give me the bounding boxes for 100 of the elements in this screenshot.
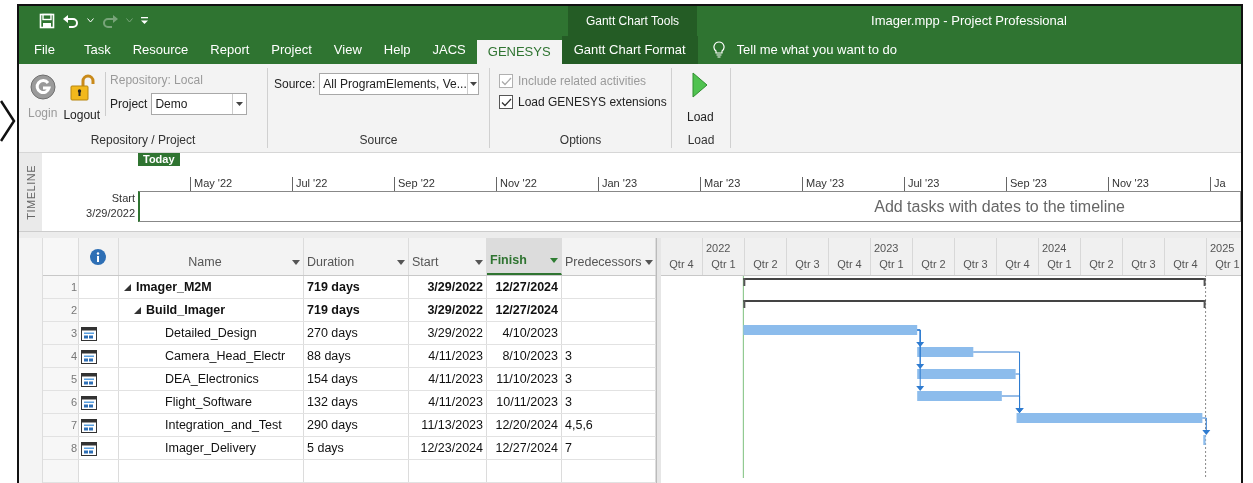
- column-header[interactable]: Name: [119, 238, 304, 275]
- duration-cell: 88 days: [307, 349, 351, 363]
- year-label: 2024: [1042, 242, 1067, 254]
- customize-icon[interactable]: [140, 16, 149, 26]
- repository-label: Repository: Local: [110, 73, 204, 88]
- start-date-cell: 4/11/2023: [428, 349, 483, 363]
- quarter-label: Qtr 1: [1047, 258, 1072, 270]
- collapse-triangle-icon[interactable]: [133, 305, 142, 315]
- calendar-icon: [81, 325, 97, 341]
- filter-arrow-icon[interactable]: [397, 260, 405, 265]
- row-number: 7: [70, 419, 77, 431]
- play-icon: [692, 72, 709, 99]
- timeline-label: TIMELINE: [24, 164, 37, 220]
- finish-date-cell: 12/27/2024: [495, 441, 558, 455]
- ribbon-tab[interactable]: View: [322, 35, 373, 65]
- month-tick-label: Jul '22: [292, 177, 394, 191]
- load-button[interactable]: Load: [684, 68, 717, 125]
- duration-cell: 290 days: [307, 418, 358, 432]
- start-date-cell: 4/11/2023: [428, 372, 483, 386]
- filter-arrow-icon[interactable]: [292, 260, 300, 265]
- save-icon[interactable]: [39, 12, 55, 29]
- ribbon-tab[interactable]: Report: [199, 35, 261, 65]
- undo-icon[interactable]: [62, 12, 80, 29]
- finish-date-cell: 11/10/2023: [496, 372, 558, 386]
- caret-icon[interactable]: [236, 102, 244, 107]
- quarter-label: Qtr 1: [711, 258, 736, 270]
- predecessors-cell: 3: [565, 395, 572, 409]
- ribbon-tab[interactable]: Help: [372, 35, 422, 65]
- quarter-label: Qtr 3: [1131, 258, 1156, 270]
- padlock-icon: [67, 74, 96, 103]
- predecessors-cell: 3: [565, 372, 572, 386]
- checkmark-icon: [500, 76, 512, 86]
- ribbon-tab[interactable]: JACS: [421, 35, 477, 65]
- finish-date-cell: 12/27/2024: [495, 303, 558, 317]
- row-number: 8: [70, 442, 77, 454]
- ribbon-tab[interactable]: Resource: [121, 35, 200, 65]
- column-header[interactable]: Duration: [304, 238, 409, 275]
- finish-date-cell: 12/27/2024: [495, 280, 558, 294]
- ribbon-tab[interactable]: File: [19, 35, 73, 65]
- column-header[interactable]: Finish: [487, 238, 562, 275]
- task-name: Camera_Head_Electr: [165, 349, 286, 363]
- source-dropdown[interactable]: All ProgramElements, Ve...: [319, 73, 480, 96]
- checkbox-option[interactable]: Load GENESYS extensions: [499, 95, 667, 110]
- ribbon-tab[interactable]: Gantt Chart Format: [561, 35, 698, 65]
- dependency-arrow: [1201, 417, 1211, 435]
- chevron-icon: [0, 99, 16, 143]
- start-date-cell: 11/13/2023: [421, 418, 483, 432]
- timeline-hint: Add tasks with dates to the timeline: [874, 197, 1125, 216]
- caret-icon[interactable]: [87, 18, 94, 24]
- start-date-cell: 3/29/2022: [427, 303, 483, 317]
- year-label: 2022: [706, 242, 731, 254]
- logout-button[interactable]: Logout: [60, 68, 104, 123]
- filter-arrow-icon[interactable]: [475, 260, 483, 265]
- quarter-label: Qtr 4: [1173, 258, 1198, 270]
- quarter-label: Qtr 1: [879, 258, 904, 270]
- finish-date-cell: 4/10/2023: [502, 326, 558, 340]
- group-label: Source: [359, 133, 398, 148]
- quarter-label: Qtr 4: [669, 258, 694, 270]
- group-label: Options: [559, 133, 602, 148]
- task-name: Build_Imager: [146, 303, 226, 317]
- quarter-label: Qtr 2: [753, 258, 778, 270]
- month-tick-label: Sep '23: [1006, 177, 1108, 191]
- month-tick-label: Nov '22: [496, 177, 598, 191]
- finish-date-cell: 10/11/2023: [496, 395, 558, 409]
- task-name: Integration_and_Test: [165, 418, 282, 432]
- group-label: Repository / Project: [90, 133, 196, 148]
- duration-cell: 270 days: [307, 326, 358, 340]
- year-label: 2025: [1210, 242, 1235, 254]
- start-date-cell: 3/29/2022: [427, 326, 483, 340]
- project-dropdown[interactable]: Demo: [151, 93, 248, 116]
- quarter-label: Qtr 3: [795, 258, 820, 270]
- tell-me-field[interactable]: Tell me what you want to do: [734, 41, 999, 59]
- window-title: Imager.mpp - Project Professional: [871, 13, 1067, 29]
- quarter-label: Qtr 3: [963, 258, 988, 270]
- row-number: 6: [70, 396, 77, 408]
- row-number: 5: [70, 373, 77, 385]
- task-name: Imager_M2M: [136, 280, 212, 294]
- filter-arrow-icon[interactable]: [550, 258, 558, 263]
- ribbon-tab[interactable]: GENESYS: [476, 39, 562, 65]
- quarter-label: Qtr 2: [921, 258, 946, 270]
- duration-cell: 719 days: [307, 303, 360, 317]
- start-date: 3/29/2022: [86, 206, 135, 221]
- finish-date-cell: 12/20/2024: [495, 418, 558, 432]
- row-number: 1: [70, 281, 77, 293]
- duration-cell: 132 days: [307, 395, 358, 409]
- year-label: 2023: [874, 242, 899, 254]
- duration-cell: 719 days: [307, 280, 360, 294]
- calendar-icon: [81, 371, 97, 387]
- caret-icon[interactable]: [469, 82, 477, 87]
- quarter-label: Qtr 2: [1089, 258, 1114, 270]
- start-date-cell: 4/11/2023: [428, 395, 483, 409]
- ribbon-tab[interactable]: Project: [260, 35, 323, 65]
- filter-arrow-icon[interactable]: [645, 260, 654, 265]
- today-marker: Today: [138, 153, 180, 166]
- info-icon: [90, 248, 106, 265]
- checkmark-icon: [500, 97, 512, 107]
- ribbon-tab[interactable]: Task: [72, 35, 122, 65]
- finish-date-cell: 8/10/2023: [502, 349, 558, 363]
- calendar-icon: [81, 417, 97, 433]
- collapse-triangle-icon[interactable]: [123, 282, 132, 292]
